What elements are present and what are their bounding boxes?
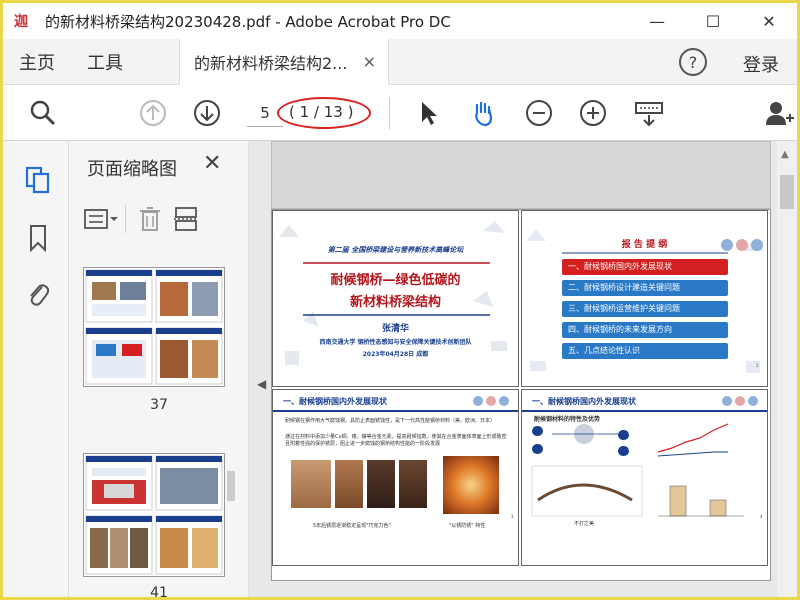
select-cursor-icon[interactable] <box>413 97 445 129</box>
conference-name: 第二届 全国桥梁建设与营养新技术高峰论坛 <box>327 246 464 254</box>
rust-layer-illustration <box>443 456 499 514</box>
menu-bar: 主页 工具 的新材料桥梁结构2... × ? 登录 <box>3 38 797 85</box>
help-button[interactable]: ? <box>679 48 707 76</box>
zoom-search-icon[interactable] <box>27 97 59 129</box>
bookmarks-icon[interactable] <box>23 223 53 253</box>
agenda-heading: 报 告 提 纲 <box>621 240 668 250</box>
zoom-in-icon[interactable] <box>577 97 609 129</box>
zoom-out-icon[interactable] <box>523 97 555 129</box>
document-tab-label: 的新材料桥梁结构2... <box>194 53 348 73</box>
collapse-panel-icon[interactable]: ◀ <box>257 377 266 391</box>
diagram-node-1 <box>532 444 543 454</box>
tools-tab[interactable]: 工具 <box>71 39 139 85</box>
minimize-button[interactable]: — <box>629 3 685 39</box>
previous-page-edge <box>271 141 771 209</box>
affiliation: 西南交通大学 钢桥性态感知与安全保障关键技术创新团队 <box>319 339 472 346</box>
delete-page-icon[interactable] <box>132 203 168 235</box>
document-tab-close-button[interactable]: × <box>363 52 388 71</box>
attachments-icon[interactable] <box>23 279 53 309</box>
document-tab[interactable]: 的新材料桥梁结构2... × <box>179 38 389 85</box>
diagram-node-4 <box>618 446 629 456</box>
panel-close-button[interactable]: ✕ <box>203 151 221 176</box>
rust-photo-4 <box>399 460 427 508</box>
thumbnail-page-41[interactable] <box>83 453 225 577</box>
photo-caption-1: 5年后锈层逐渐稳定呈现"巧克力色" <box>313 523 391 529</box>
agenda-item-3: 三、耐候钢桥运营维护关键问题 <box>562 301 728 317</box>
acrobat-logo-icon: 迦 <box>14 14 28 30</box>
rust-photo-1 <box>291 460 331 508</box>
hand-tool-icon[interactable] <box>467 97 499 129</box>
agenda-item-5: 五、几点结论性认识 <box>562 343 728 359</box>
page-thumbnails-panel: 页面缩略图 ✕ 37 41 <box>69 141 249 600</box>
document-scrollbar-thumb[interactable] <box>780 175 794 209</box>
thumbnail-scrollbar-thumb[interactable] <box>227 471 235 501</box>
agenda-item-2: 二、耐候钢桥设计建造关键问题 <box>562 280 728 296</box>
title-bar: 迦 的新材料桥梁结构20230428.pdf - Adobe Acrobat P… <box>3 3 797 39</box>
photo-caption-2: "以锈防锈" 特性 <box>449 523 486 529</box>
document-viewer: ◀ 第二届 全国桥梁建设与营养新技术高峰论坛 耐候钢桥—绿色低碳的 新材料桥梁结… <box>249 141 797 597</box>
close-button[interactable]: ✕ <box>741 3 797 39</box>
diagram-node-3 <box>532 426 543 436</box>
slide-title: 第二届 全国桥梁建设与营养新技术高峰论坛 耐候钢桥—绿色低碳的 新材料桥梁结构 … <box>272 210 519 387</box>
page-layout-icon[interactable] <box>168 203 204 235</box>
thumbnail-label-41: 41 <box>150 585 168 600</box>
thumbnail-scrollbar[interactable] <box>225 261 237 591</box>
bullet-1: 耐候钢在钢作用大气腐蚀钢，具防止表面锈蚀性，是下一代高性能钢桥材料（美、欧洲、日… <box>285 418 496 424</box>
document-scrollbar[interactable]: ▲ <box>777 141 797 597</box>
slide-development-status-2: 一、耐候钢桥国内外发展现状 4 耐候钢材料的特性及优势 不打之美 <box>521 389 768 566</box>
page-display-icon[interactable] <box>633 97 665 129</box>
author-name: 张清华 <box>381 324 409 334</box>
left-navigation-rail <box>3 141 69 597</box>
panel-title: 页面缩略图 <box>87 159 177 180</box>
home-tab[interactable]: 主页 <box>3 39 71 85</box>
slide-title-line1: 耐候钢桥—绿色低碳的 <box>330 273 461 288</box>
toolbar: 5 ( 1 / 13 ) <box>3 85 797 141</box>
add-user-icon[interactable] <box>763 97 795 129</box>
bullet-2: 通过在材料中添加少量Cu铜、铬、镍等合金元素，提高耐候指数，使其在合金表面体表面… <box>285 434 507 447</box>
slide-subheading: 耐候钢材料的特性及优势 <box>534 416 601 423</box>
window-title: 的新材料桥梁结构20230428.pdf - Adobe Acrobat Pro… <box>45 12 451 31</box>
scroll-up-arrow-icon[interactable]: ▲ <box>781 149 789 160</box>
slide-title-line2: 新材料桥梁结构 <box>349 295 441 310</box>
maximize-button[interactable]: ☐ <box>685 3 741 39</box>
thumbnail-options-icon[interactable] <box>83 203 119 235</box>
panel-toolbar-divider <box>125 205 126 233</box>
rust-photo-2 <box>335 460 363 508</box>
slide-development-status-1: 一、耐候钢桥国内外发展现状 3 耐候钢在钢作用大气腐蚀钢，具防止表面锈蚀性，是下… <box>272 389 519 566</box>
bridge-photo-caption: 不打之美 <box>574 521 595 527</box>
next-page-icon[interactable] <box>191 97 223 129</box>
agenda-item-1: 一、耐候钢桥国内外发展现状 <box>562 259 728 275</box>
slide-date: 2023年04月28日 成都 <box>362 351 429 358</box>
agenda-item-4: 四、耐候钢桥的未来发展方向 <box>562 322 728 338</box>
panel-toolbar <box>83 201 233 237</box>
slide-page-number: 3 <box>511 514 514 519</box>
pdf-page: 第二届 全国桥梁建设与营养新技术高峰论坛 耐候钢桥—绿色低碳的 新材料桥梁结构 … <box>271 209 771 581</box>
page-thumbnails-icon[interactable] <box>23 165 53 195</box>
window-controls: — ☐ ✕ <box>629 3 797 39</box>
highlight-annotation-oval <box>277 97 371 129</box>
thumbnail-page-37[interactable] <box>83 267 225 387</box>
diagram-node-2 <box>618 430 629 440</box>
previous-page-icon[interactable] <box>137 97 169 129</box>
thumbnail-label-37: 37 <box>150 397 168 413</box>
slide-agenda: 2 报 告 提 纲 一、耐候钢桥国内外发展现状 二、耐候钢桥设计建造关键问题 三… <box>521 210 768 387</box>
login-button[interactable]: 登录 <box>743 51 779 77</box>
rust-photo-3 <box>367 460 395 508</box>
toolbar-divider <box>389 97 390 129</box>
slide-page-number: 4 <box>760 514 763 519</box>
